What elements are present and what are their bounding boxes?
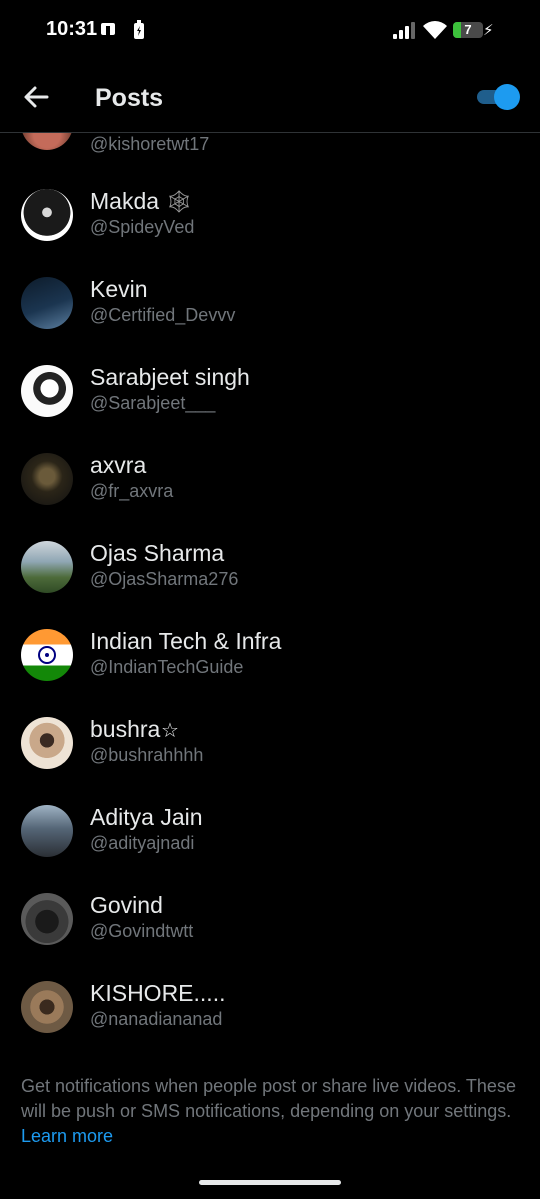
notification-icon (101, 23, 115, 35)
account-row[interactable]: axvra @fr_axvra (0, 451, 540, 539)
account-row[interactable]: bushra ☆ @bushrahhhh (0, 715, 540, 803)
account-handle: @kishoretwt17 (90, 134, 210, 154)
account-handle: @Certified_Devvv (90, 305, 236, 325)
account-handle: @Govindtwtt (90, 921, 194, 941)
account-row[interactable]: Kevin @Certified_Devvv (0, 275, 540, 363)
name-emoji: ☆ (161, 720, 179, 742)
page-title: Posts (95, 84, 164, 112)
account-handle: @OjasSharma276 (90, 569, 239, 589)
account-handle: @adityajnadi (90, 833, 195, 853)
list-item[interactable]: @kishoretwt17 (0, 133, 540, 154)
account-handle: @fr_axvra (90, 481, 174, 501)
home-indicator[interactable] (199, 1180, 341, 1185)
avatar (21, 717, 73, 769)
account-name: axvra (90, 452, 147, 478)
account-name: Indian Tech & Infra (90, 628, 282, 654)
status-bar: 10:31 7 ⚡ (0, 0, 540, 62)
account-handle: @bushrahhhh (90, 745, 204, 765)
account-handle: @IndianTechGuide (90, 657, 244, 677)
avatar (21, 805, 73, 857)
avatar (21, 277, 73, 329)
account-name: Ojas Sharma (90, 540, 225, 566)
avatar (21, 453, 73, 505)
signal-icon (393, 22, 415, 39)
account-list: @kishoretwt17 Makda 🕸 @SpideyVed Kevin @Cert… (0, 133, 540, 1053)
account-row[interactable]: Ojas Sharma @OjasSharma276 (0, 539, 540, 627)
account-row[interactable]: Makda 🕸 @SpideyVed (0, 187, 540, 275)
posts-notifications-toggle[interactable] (477, 84, 520, 110)
name-emoji: 🕸 (165, 189, 193, 214)
top-app-bar: Posts (0, 62, 540, 133)
avatar (21, 365, 73, 417)
account-row[interactable]: Sarabjeet singh @Sarabjeet___ (0, 363, 540, 451)
account-name: Govind (90, 892, 163, 918)
back-arrow-icon[interactable] (22, 82, 52, 112)
battery-saver-icon (134, 20, 144, 39)
avatar (21, 541, 73, 593)
avatar (21, 629, 73, 681)
help-text: Get notifications when people post or sh… (21, 1074, 521, 1149)
account-name: Kevin (90, 276, 148, 302)
account-row[interactable]: KISHORE..... @nanadiananad (0, 979, 540, 1053)
avatar (21, 981, 73, 1033)
account-handle: @SpideyVed (90, 217, 195, 237)
help-text-body: Get notifications when people post or sh… (21, 1076, 516, 1121)
learn-more-link[interactable]: Learn more (21, 1126, 113, 1146)
account-row[interactable]: Aditya Jain @adityajnadi (0, 803, 540, 891)
account-name: Makda (90, 188, 160, 214)
account-name: Aditya Jain (90, 804, 203, 830)
account-handle: @Sarabjeet___ (90, 393, 216, 413)
account-row[interactable]: Govind @Govindtwtt (0, 891, 540, 979)
account-name: Sarabjeet singh (90, 364, 250, 390)
wifi-icon (423, 21, 447, 39)
battery-icon: 7 (453, 22, 483, 38)
avatar (21, 189, 73, 241)
avatar (21, 133, 73, 150)
avatar (21, 893, 73, 945)
account-row[interactable]: Indian Tech & Infra @IndianTechGuide (0, 627, 540, 715)
account-name: KISHORE..... (90, 980, 226, 1006)
account-name: bushra (90, 716, 161, 742)
clock: 10:31 (46, 18, 98, 40)
account-handle: @nanadiananad (90, 1009, 223, 1029)
charging-icon: ⚡ (483, 22, 494, 39)
